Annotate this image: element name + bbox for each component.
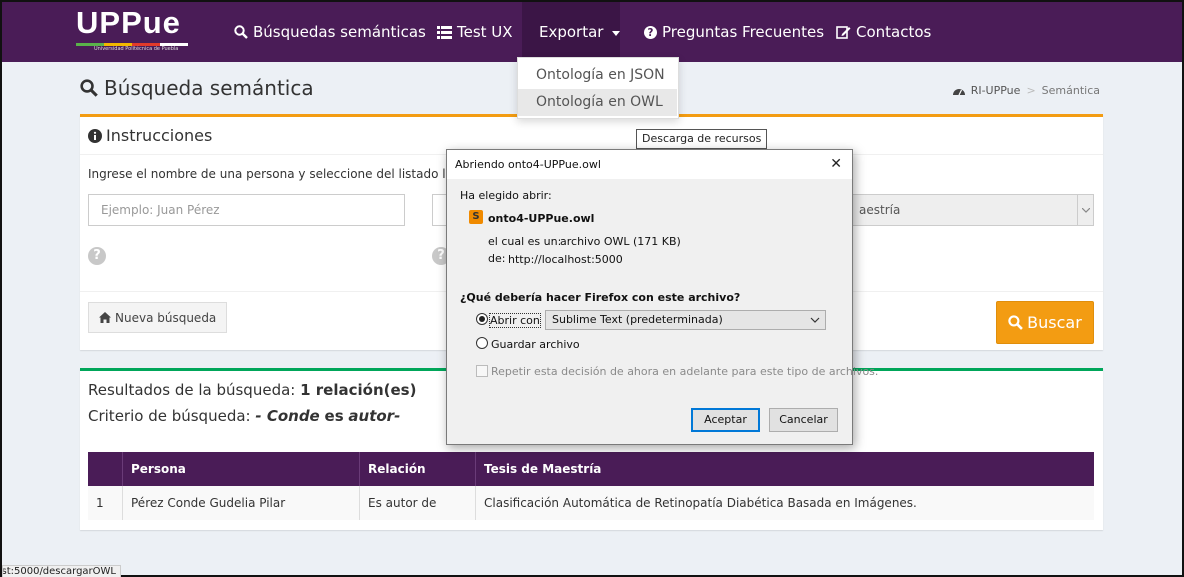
search-button[interactable]: Buscar (996, 301, 1094, 344)
col-tesis[interactable]: Tesis de Maestría (475, 452, 1094, 486)
breadcrumb-current: Semántica (1041, 84, 1100, 97)
new-search-label: Nueva búsqueda (115, 310, 217, 325)
home-icon (99, 312, 111, 323)
breadcrumb-home[interactable]: RI-UPPue (971, 84, 1021, 97)
results-table: Persona Relación Tesis de Maestría 1 Pér… (88, 452, 1094, 520)
results-count-value: 1 relación(es) (300, 381, 417, 399)
info-circle-icon (88, 128, 102, 143)
dialog-titlebar: Abriendo onto4-UPPue.owl ✕ (447, 150, 852, 179)
question-circle-icon: ? (644, 25, 657, 39)
caret-down-icon (612, 30, 621, 36)
accept-button[interactable]: Aceptar (691, 408, 760, 432)
tooltip: Descarga de recursos (636, 129, 768, 149)
logo-subtitle: Universidad Politécnica de Puebla (94, 46, 179, 52)
from-value: http://localhost:5000 (508, 253, 623, 266)
search-label: Buscar (1027, 313, 1082, 332)
cell-index: 1 (96, 496, 104, 510)
search-criteria-label: Criterio de búsqueda: (88, 407, 251, 425)
status-url-text: ost:5000/descargarOWL (2, 566, 116, 577)
instructions-title: Instrucciones (106, 126, 213, 145)
type-value: archivo OWL (171 KB) (560, 235, 681, 248)
results-count: Resultados de la búsqueda: 1 relación(es… (88, 381, 416, 399)
open-with-radio[interactable] (476, 313, 488, 325)
chosen-label: Ha elegido abrir: (460, 189, 552, 202)
nav-label: Test UX (457, 23, 513, 41)
top-navbar: UPPue Universidad Politécnica de Puebla … (2, 2, 1182, 62)
menu-item-owl[interactable]: Ontología en OWL (518, 89, 677, 116)
nav-label: Preguntas Frecuentes (662, 23, 825, 41)
thesis-select[interactable]: aestría (848, 194, 1094, 226)
instructions-text: Ingrese el nombre de una persona y selec… (88, 167, 497, 181)
chevron-down-icon (810, 317, 820, 323)
chevron-down-icon (1077, 195, 1093, 225)
table-header: Persona Relación Tesis de Maestría (88, 452, 1094, 486)
svg-text:?: ? (648, 28, 654, 39)
page-title: Búsqueda semántica (80, 76, 314, 100)
remember-label: Repetir esta decisión de ahora en adelan… (491, 365, 879, 378)
cell-persona: Pérez Conde Gudelia Pilar (122, 486, 359, 520)
save-file-radio[interactable] (476, 337, 488, 349)
type-label: el cual es un: (488, 235, 562, 248)
page-title-text: Búsqueda semántica (104, 76, 314, 100)
dashboard-icon (952, 88, 965, 95)
dialog-question: ¿Qué debería hacer Firefox con este arch… (460, 291, 741, 304)
remember-checkbox[interactable] (476, 365, 488, 377)
open-with-label[interactable]: Abrir con (489, 313, 541, 328)
table-row[interactable]: 1 Pérez Conde Gudelia Pilar Es autor de … (88, 486, 1094, 520)
search-icon (1008, 315, 1024, 330)
edit-icon (836, 26, 851, 39)
criteria-subject: - Conde (255, 407, 320, 425)
application-select[interactable]: Sublime Text (predeterminada) (545, 310, 826, 330)
col-relacion[interactable]: Relación (359, 452, 475, 486)
list-icon (437, 25, 452, 39)
col-persona[interactable]: Persona (122, 452, 359, 486)
search-icon (234, 25, 248, 39)
download-dialog: Abriendo onto4-UPPue.owl ✕ Ha elegido ab… (446, 149, 878, 445)
col-index (88, 452, 122, 486)
from-label: de: (488, 252, 506, 265)
nav-test-ux[interactable]: Test UX (437, 2, 513, 62)
nav-label: Búsquedas semánticas (253, 23, 426, 41)
close-icon[interactable]: ✕ (830, 156, 842, 172)
menu-item-json[interactable]: Ontología en JSON (518, 62, 678, 89)
application-select-value: Sublime Text (predeterminada) (552, 313, 723, 326)
cancel-button[interactable]: Cancelar (769, 408, 838, 432)
criteria-object: autor- (348, 407, 401, 425)
logo-text: UPPue (76, 5, 181, 40)
logo[interactable]: UPPue Universidad Politécnica de Puebla (72, 5, 196, 57)
status-bar-url: ost:5000/descargarOWL (2, 565, 121, 577)
cell-relacion: Es autor de (359, 486, 475, 520)
nav-contactos[interactable]: Contactos (836, 2, 931, 62)
nav-busquedas-semanticas[interactable]: Búsquedas semánticas (234, 2, 426, 62)
nav-label: Contactos (856, 23, 932, 41)
breadcrumb: RI-UPPue > Semántica (952, 84, 1100, 97)
nav-label: Exportar (539, 23, 604, 41)
dialog-filename: onto4-UPPue.owl (488, 212, 595, 225)
criteria-verb: es (324, 407, 344, 425)
export-dropdown-menu: Ontología en JSON Ontología en OWL (517, 57, 679, 119)
dialog-title: Abriendo onto4-UPPue.owl (455, 158, 601, 171)
name-input[interactable]: Ejemplo: Juan Pérez (88, 194, 405, 226)
nav-preguntas-frecuentes[interactable]: ? Preguntas Frecuentes (644, 2, 824, 62)
save-file-label[interactable]: Guardar archivo (491, 338, 580, 351)
sublime-file-icon: S (469, 210, 483, 224)
thesis-select-value: aestría (859, 203, 901, 217)
cell-tesis: Clasificación Automática de Retinopatía … (475, 486, 1094, 520)
nav-exportar[interactable]: Exportar (522, 2, 621, 62)
results-count-label: Resultados de la búsqueda: (88, 381, 296, 399)
search-icon (80, 79, 98, 97)
search-criteria: Criterio de búsqueda: - Conde es autor- (88, 407, 400, 425)
help-icon[interactable]: ? (88, 247, 106, 265)
breadcrumb-separator: > (1026, 84, 1036, 97)
new-search-button[interactable]: Nueva búsqueda (88, 302, 228, 333)
